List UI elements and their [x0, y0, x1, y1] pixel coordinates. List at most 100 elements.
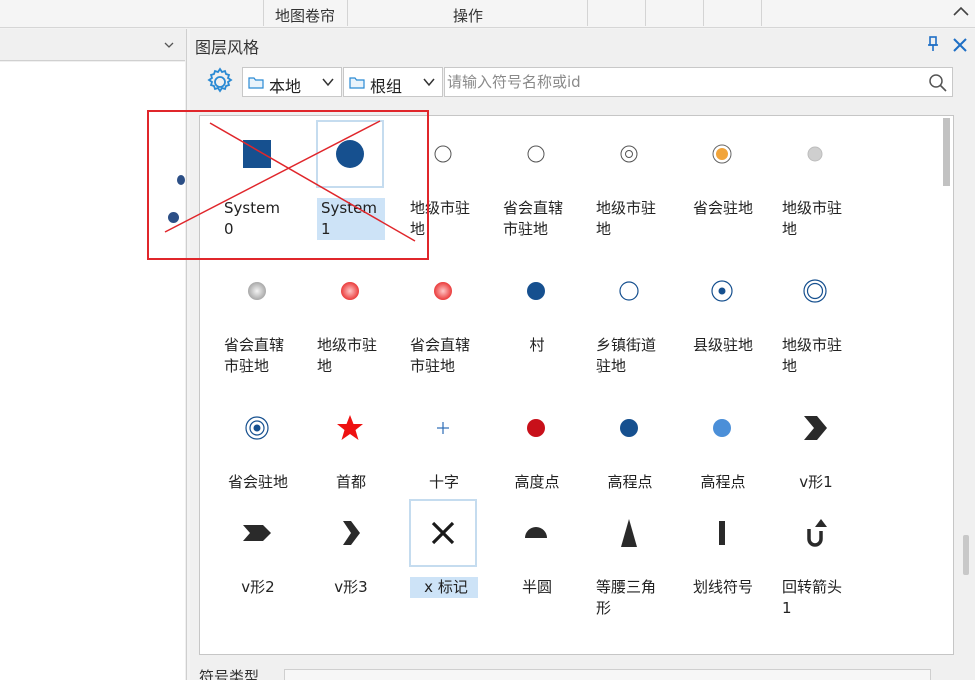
symbol-item[interactable]: 乡镇街道驻地 [594, 257, 664, 392]
symbol-item[interactable]: 省会直辖市驻地 [222, 257, 292, 392]
symbol-item[interactable]: 划线符号 [687, 499, 757, 634]
pin-icon[interactable] [925, 35, 941, 53]
symbol-preview[interactable] [688, 120, 756, 188]
orange-dot-circle-icon [712, 144, 732, 164]
symbol-preview[interactable] [595, 394, 663, 462]
symbol-name: System 0 [224, 199, 280, 238]
symbol-preview[interactable] [316, 499, 384, 567]
symbol-name: 省会驻地 [692, 199, 753, 217]
symbol-preview[interactable] [688, 257, 756, 325]
symbol-item[interactable]: x 标记 [408, 499, 478, 634]
symbol-type-row: 符号类型 [199, 666, 959, 680]
source-select[interactable]: 本地 [242, 67, 342, 97]
symbol-name: 省会驻地 [227, 473, 288, 491]
symbol-name: 地级市驻地 [596, 199, 657, 238]
panel-scrollbar[interactable] [958, 115, 975, 680]
symbol-name: 十字 [428, 473, 459, 491]
scrollbar-thumb[interactable] [963, 535, 969, 575]
symbol-item[interactable]: 地级市驻地 [315, 257, 385, 392]
symbol-preview[interactable] [595, 499, 663, 567]
source-select-value: 本地 [269, 77, 302, 96]
symbol-preview[interactable] [688, 394, 756, 462]
half-circle-icon [525, 527, 547, 538]
symbol-preview[interactable] [316, 257, 384, 325]
red-star-icon [337, 415, 363, 440]
symbol-name: v形3 [334, 578, 368, 596]
symbol-item[interactable]: System 0 [222, 120, 292, 255]
search-icon[interactable] [928, 73, 948, 93]
symbol-item[interactable]: 等腰三角形 [594, 499, 664, 634]
symbol-type-field[interactable] [284, 669, 931, 680]
close-icon[interactable] [952, 37, 968, 53]
symbol-preview[interactable] [316, 120, 384, 188]
symbol-item[interactable]: 省会直辖市驻地 [501, 120, 571, 255]
left-panel-header [0, 29, 185, 61]
symbol-name: 高度点 [514, 473, 560, 491]
symbol-item[interactable]: 回转箭头1 [780, 499, 850, 634]
symbol-name: 地级市驻地 [782, 199, 843, 238]
symbol-name: 省会直辖市驻地 [224, 336, 285, 375]
symbol-preview[interactable] [781, 257, 849, 325]
u-turn-arrow-icon [807, 519, 827, 547]
chevron-bold-icon [804, 416, 827, 440]
symbol-preview[interactable] [688, 499, 756, 567]
symbol-item[interactable]: v形2 [222, 499, 292, 634]
symbol-preview[interactable] [409, 499, 477, 567]
gear-icon[interactable] [204, 66, 236, 98]
symbol-preview[interactable] [223, 120, 291, 188]
double-ring-icon [803, 279, 827, 303]
symbol-item[interactable]: 村 [501, 257, 571, 392]
symbol-preview[interactable] [781, 120, 849, 188]
triple-ring-icon [245, 416, 269, 440]
symbol-item[interactable]: System 1 [315, 120, 385, 255]
symbol-preview[interactable] [409, 120, 477, 188]
layer-symbol-dot [168, 212, 179, 223]
symbol-name: 首都 [335, 473, 366, 491]
group-select[interactable]: 根组 [343, 67, 443, 97]
hollow-circle-icon [434, 145, 452, 163]
x-mark-icon [431, 521, 455, 545]
collapse-up-icon[interactable] [952, 4, 970, 18]
symbol-preview[interactable] [223, 394, 291, 462]
symbol-item[interactable]: 省会直辖市驻地 [408, 257, 478, 392]
gray-dot-icon [807, 146, 823, 162]
symbol-item[interactable]: 县级驻地 [687, 257, 757, 392]
search-input[interactable] [445, 68, 925, 96]
chevron-arrow-icon [243, 525, 271, 541]
tab-operation[interactable]: 操作 [453, 5, 483, 26]
symbol-search [444, 67, 953, 97]
symbol-preview[interactable] [316, 394, 384, 462]
chevron-down-icon[interactable] [321, 75, 335, 89]
symbol-preview[interactable] [409, 394, 477, 462]
symbol-item[interactable]: 半圆 [501, 499, 571, 634]
grid-scrollbar[interactable] [940, 116, 953, 654]
symbol-item[interactable]: v形3 [315, 499, 385, 634]
symbol-preview[interactable] [502, 120, 570, 188]
symbol-item[interactable]: 地级市驻地 [408, 120, 478, 255]
symbol-preview[interactable] [781, 394, 849, 462]
symbol-preview[interactable] [502, 257, 570, 325]
symbol-item[interactable]: 地级市驻地 [594, 120, 664, 255]
symbol-name: 省会直辖市驻地 [503, 199, 564, 238]
chevron-down-icon[interactable] [422, 75, 436, 89]
red-sphere-icon [341, 282, 359, 300]
symbol-preview[interactable] [223, 257, 291, 325]
bar-line-icon [719, 521, 725, 545]
symbol-item[interactable]: 地级市驻地 [780, 257, 850, 392]
symbol-preview[interactable] [595, 257, 663, 325]
symbol-preview[interactable] [223, 499, 291, 567]
chevron-down-icon[interactable] [163, 40, 175, 50]
symbol-preview[interactable] [781, 499, 849, 567]
chevron-thin-icon [343, 521, 360, 545]
symbol-preview[interactable] [595, 120, 663, 188]
symbol-preview[interactable] [502, 394, 570, 462]
symbol-name: 高程点 [700, 473, 746, 491]
symbol-item[interactable]: 地级市驻地 [780, 120, 850, 255]
symbol-preview[interactable] [409, 257, 477, 325]
symbol-name: 回转箭头1 [782, 578, 843, 617]
tab-map-curtain[interactable]: 地图卷帘 [275, 5, 335, 26]
symbol-preview[interactable] [502, 499, 570, 567]
symbol-name: 高程点 [607, 473, 653, 491]
dot-in-circle-icon [711, 280, 733, 302]
symbol-item[interactable]: 省会驻地 [687, 120, 757, 255]
